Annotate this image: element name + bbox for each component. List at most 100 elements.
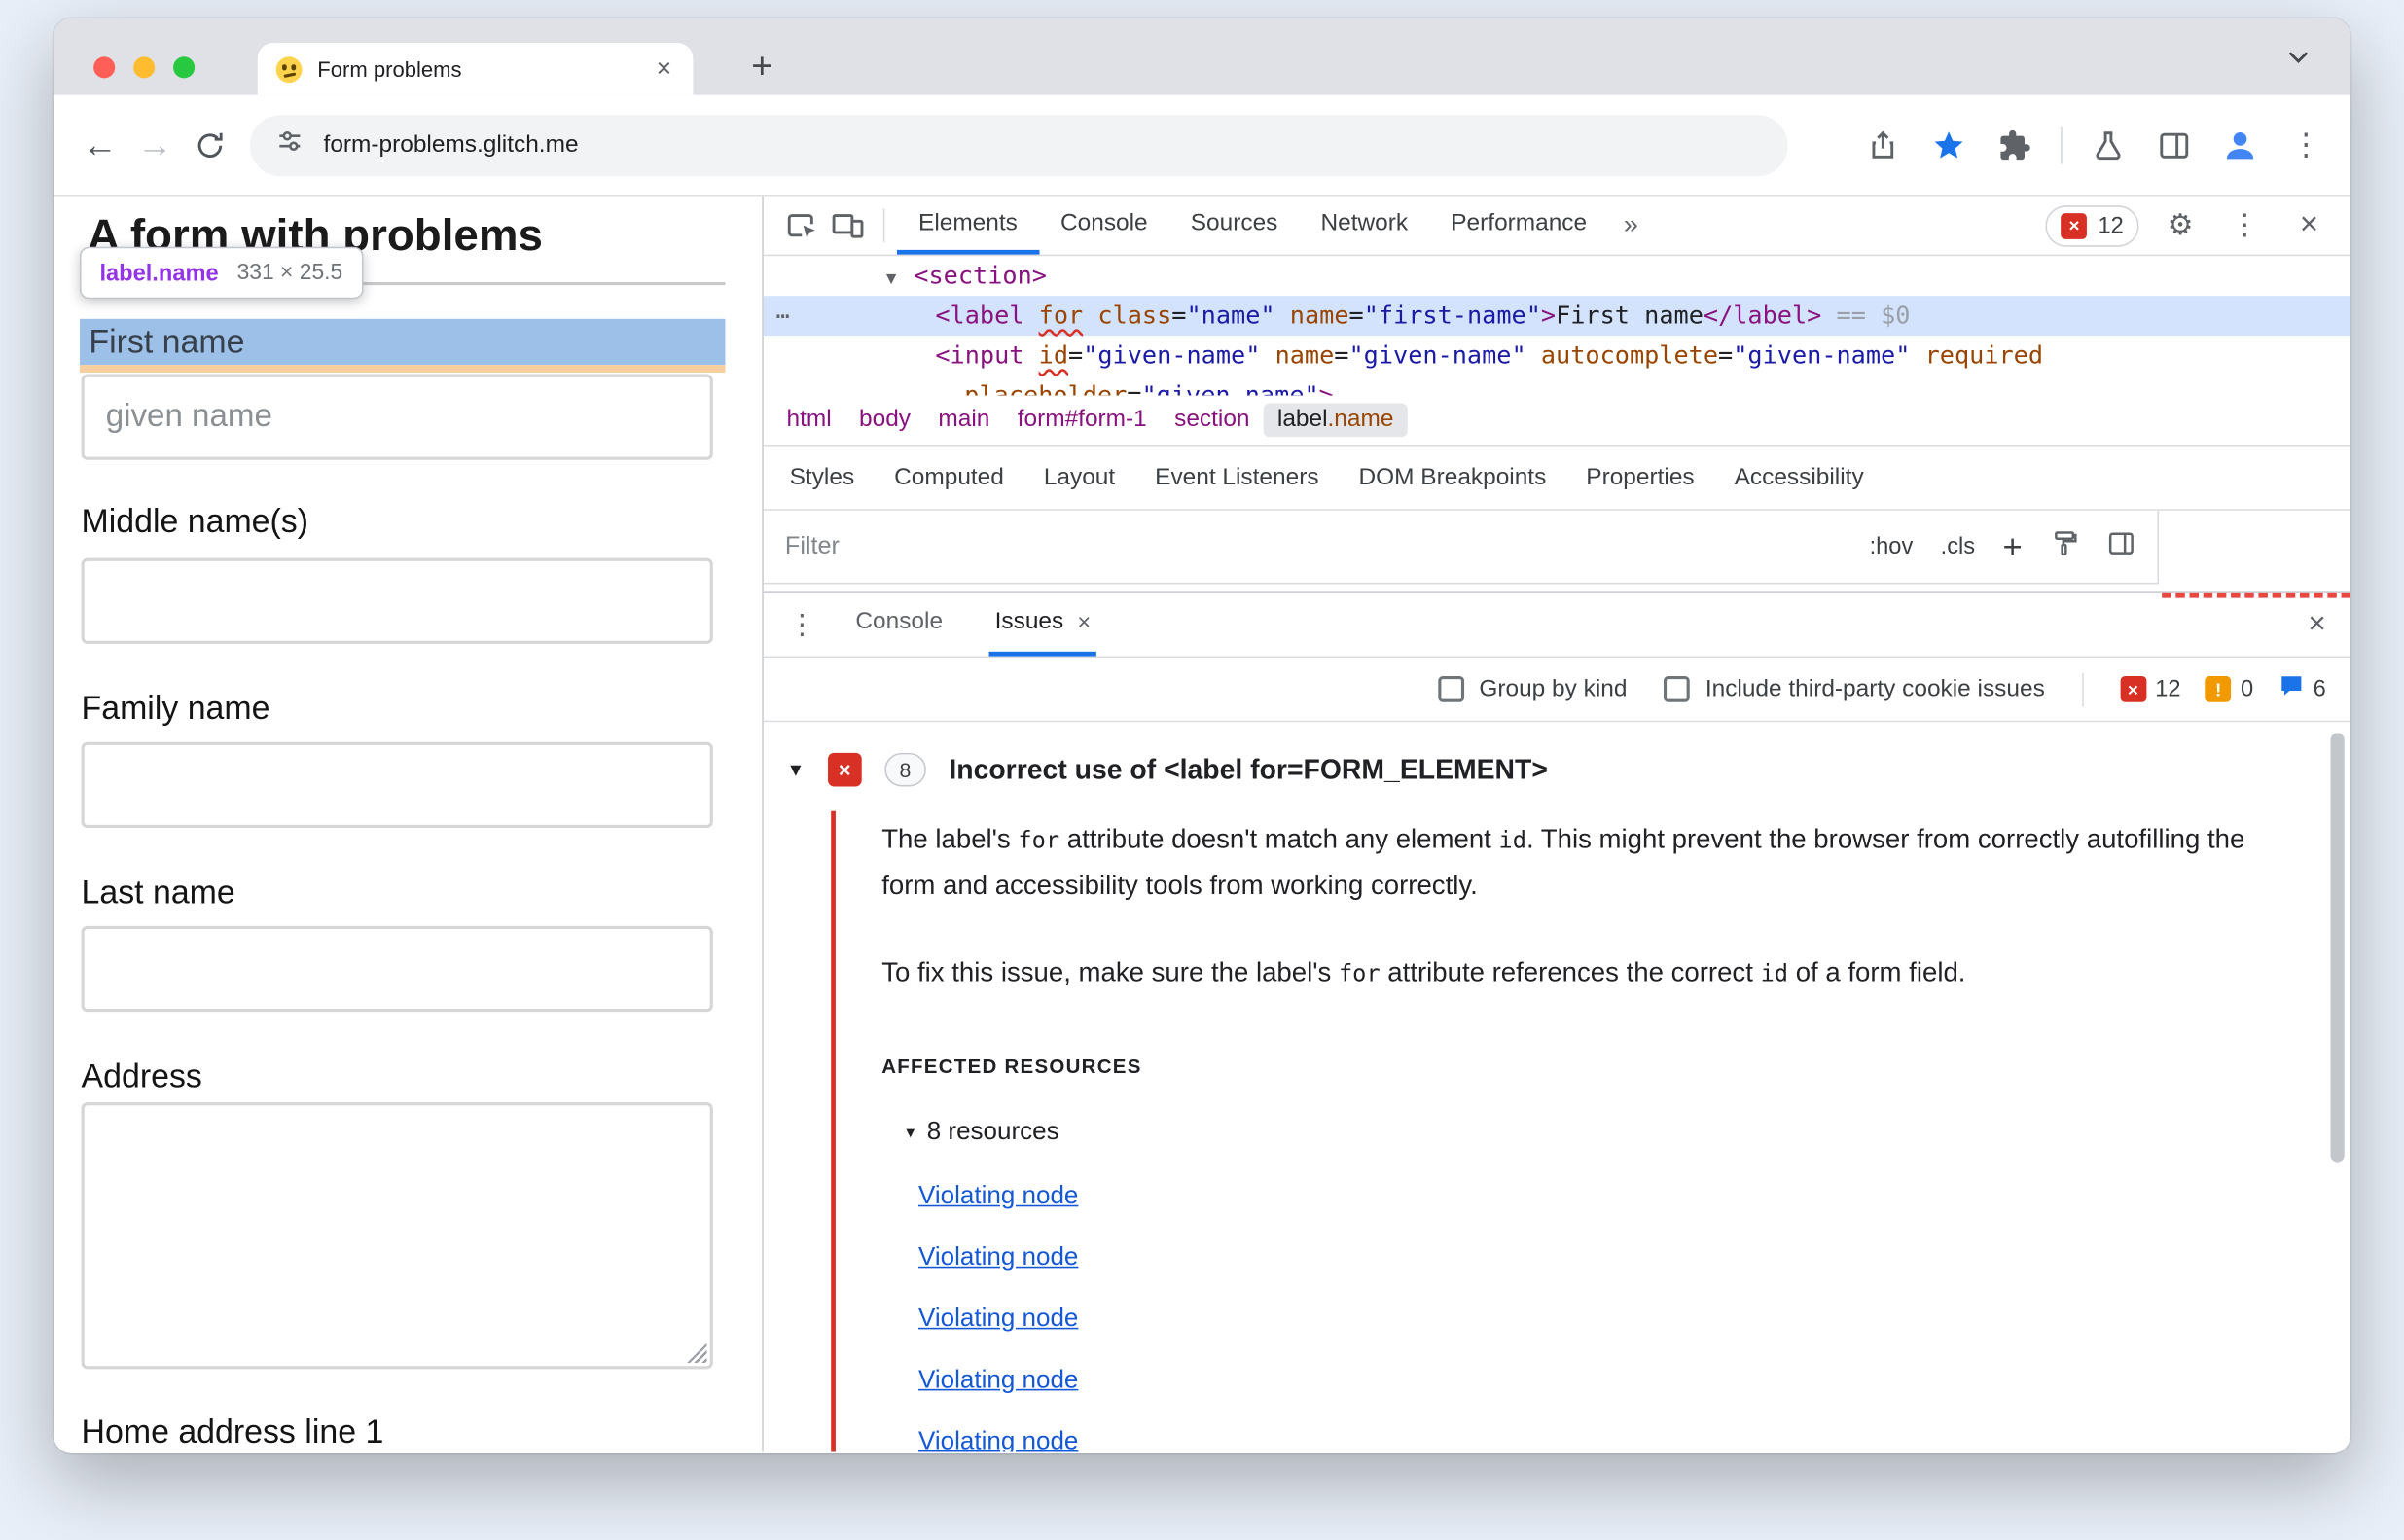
forward-button[interactable]: → [127, 118, 183, 173]
line-options-dots-icon[interactable]: ⋯ [775, 296, 791, 336]
violating-node-link[interactable]: Violating node [918, 1365, 1078, 1394]
group-by-kind-label: Group by kind [1479, 675, 1628, 702]
inspect-highlight-overlay[interactable]: First name [79, 318, 726, 366]
last-name-input[interactable] [81, 925, 713, 1013]
url-text: form-problems.glitch.me [323, 130, 579, 158]
breadcrumb-html[interactable]: html [772, 403, 845, 437]
device-toolbar-icon[interactable] [825, 202, 871, 248]
drawer-tab-console[interactable]: Console [849, 593, 949, 657]
tab-favicon-emoji-face-icon [275, 55, 303, 83]
breadcrumb-form-form-1[interactable]: form #form-1 [1004, 403, 1161, 437]
scrollbar-thumb[interactable] [2330, 733, 2345, 1163]
messages-badge: 6 [2278, 672, 2326, 706]
crumb-suffix: .name [1327, 406, 1394, 433]
paint-roller-icon[interactable] [2050, 529, 2079, 564]
devtools-tabbar: Elements Console Sources Network Performance… [763, 196, 2351, 257]
affected-resource-row: Violating node [918, 1227, 2350, 1288]
toolbar-divider [2081, 672, 2084, 706]
expand-twisty-icon[interactable]: ▼ [886, 259, 914, 299]
new-tab-button[interactable]: + [735, 40, 790, 95]
labs-flask-icon[interactable] [2082, 119, 2135, 171]
profile-avatar-icon[interactable] [2214, 119, 2267, 171]
share-icon[interactable] [1857, 119, 1910, 171]
sidebar-tab-properties[interactable]: Properties [1566, 447, 1714, 510]
devtools-tab-console[interactable]: Console [1039, 197, 1169, 255]
devtools-error-badge[interactable]: × 12 [2045, 204, 2139, 246]
url-bar[interactable]: form-problems.glitch.me [249, 114, 1788, 176]
issue-count-badges: × 12 ! 0 6 [2120, 672, 2326, 706]
toggle-styles-sidebar-icon[interactable] [2106, 529, 2135, 564]
sidebar-tab-layout[interactable]: Layout [1023, 447, 1134, 510]
tab-overview-chevron-icon[interactable] [2286, 45, 2311, 77]
more-tabs-icon[interactable]: » [1608, 210, 1653, 241]
code-line[interactable]: <input id="given-name" name="given-name"… [764, 336, 2350, 376]
browser-tab[interactable]: Form problems × [257, 43, 694, 95]
sidebar-tab-styles[interactable]: Styles [770, 447, 875, 510]
tab-close-icon[interactable]: × [653, 54, 674, 85]
bookmark-star-icon[interactable] [1922, 119, 1975, 171]
given-name-input[interactable]: given name [81, 374, 713, 460]
breadcrumb-label-name[interactable]: label .name [1263, 403, 1408, 438]
toggle-class-button[interactable]: .cls [1941, 533, 1975, 559]
reload-button[interactable] [183, 118, 238, 173]
family-name-input[interactable] [81, 741, 713, 829]
warnings-count: 0 [2241, 676, 2254, 702]
devtools-kebab-menu-icon[interactable]: ⋮ [2222, 202, 2268, 248]
middle-name-label: Middle name(s) [81, 502, 309, 540]
drawer-tab-issues[interactable]: Issues × [988, 593, 1097, 657]
macos-zoom-button[interactable] [173, 56, 196, 79]
violating-node-link[interactable]: Violating node [918, 1242, 1078, 1271]
site-settings-tune-icon[interactable] [274, 125, 305, 163]
inspect-element-icon[interactable] [779, 202, 825, 248]
violating-node-link[interactable]: Violating node [918, 1181, 1078, 1210]
devtools-tab-elements[interactable]: Elements [896, 197, 1039, 255]
issue-expand-twisty-icon[interactable]: ▼ [786, 759, 805, 780]
issue-count-badge: 8 [884, 752, 926, 787]
violating-node-link[interactable]: Violating node [918, 1426, 1078, 1451]
sidebar-tab-dom-breakpoints[interactable]: DOM Breakpoints [1339, 447, 1566, 510]
side-panel-icon[interactable] [2148, 119, 2201, 171]
third-party-cookie-checkbox[interactable]: Include third-party cookie issues [1664, 675, 2045, 702]
devtools-close-icon[interactable]: × [2286, 202, 2332, 248]
code-token: == $0 [1821, 300, 1911, 330]
devtools-tab-performance[interactable]: Performance [1429, 197, 1608, 255]
error-x-icon: × [2120, 676, 2146, 702]
code-token: = [1348, 300, 1364, 330]
browser-kebab-menu-icon[interactable]: ⋮ [2280, 119, 2333, 171]
devtools-settings-gear-icon[interactable]: ⚙ [2157, 202, 2203, 248]
affected-resource-row: Violating node [918, 1349, 2350, 1411]
breadcrumb-body[interactable]: body [845, 403, 924, 437]
crumb-tag: section [1174, 406, 1250, 433]
drawer-close-icon[interactable]: × [2308, 607, 2325, 642]
issue-header[interactable]: ▼ × 8 Incorrect use of <label for=FORM_E… [764, 722, 2350, 787]
new-style-rule-button[interactable]: + [2002, 526, 2022, 566]
code-line[interactable]: placeholder="given name"> [764, 376, 2350, 396]
middle-name-input[interactable] [81, 557, 713, 644]
resources-expander[interactable]: ▾ 8 resources [906, 1118, 2350, 1147]
code-line[interactable]: ▼ <section> [764, 256, 2350, 296]
violating-node-link[interactable]: Violating node [918, 1304, 1078, 1333]
sidebar-tab-event-listeners[interactable]: Event Listeners [1135, 447, 1339, 510]
devtools-tab-network[interactable]: Network [1299, 197, 1429, 255]
breadcrumb-section[interactable]: section [1161, 403, 1264, 437]
macos-close-button[interactable] [93, 56, 116, 79]
close-tab-icon[interactable]: × [1077, 609, 1091, 635]
sidebar-tab-computed[interactable]: Computed [875, 447, 1024, 510]
toggle-element-state-button[interactable]: :hov [1870, 533, 1914, 559]
address-textarea[interactable] [81, 1102, 713, 1370]
sidebar-tab-accessibility[interactable]: Accessibility [1714, 447, 1884, 510]
drawer-kebab-menu-icon[interactable]: ⋮ [788, 609, 815, 641]
code-token: = [1718, 340, 1734, 370]
breadcrumb-main[interactable]: main [924, 403, 1003, 437]
back-button[interactable]: ← [72, 118, 127, 173]
styles-filter-input[interactable]: Filter [785, 533, 840, 560]
code-line[interactable]: ⋯ <label for class="name" name="first-nam… [763, 296, 2351, 337]
group-by-kind-checkbox[interactable]: Group by kind [1437, 675, 1628, 702]
macos-minimize-button[interactable] [133, 56, 156, 79]
resize-handle-icon[interactable] [687, 1343, 707, 1364]
extensions-puzzle-icon[interactable] [1989, 119, 2041, 171]
code-token: "given-name" [1348, 340, 1526, 370]
devtools-tab-sources[interactable]: Sources [1169, 197, 1300, 255]
